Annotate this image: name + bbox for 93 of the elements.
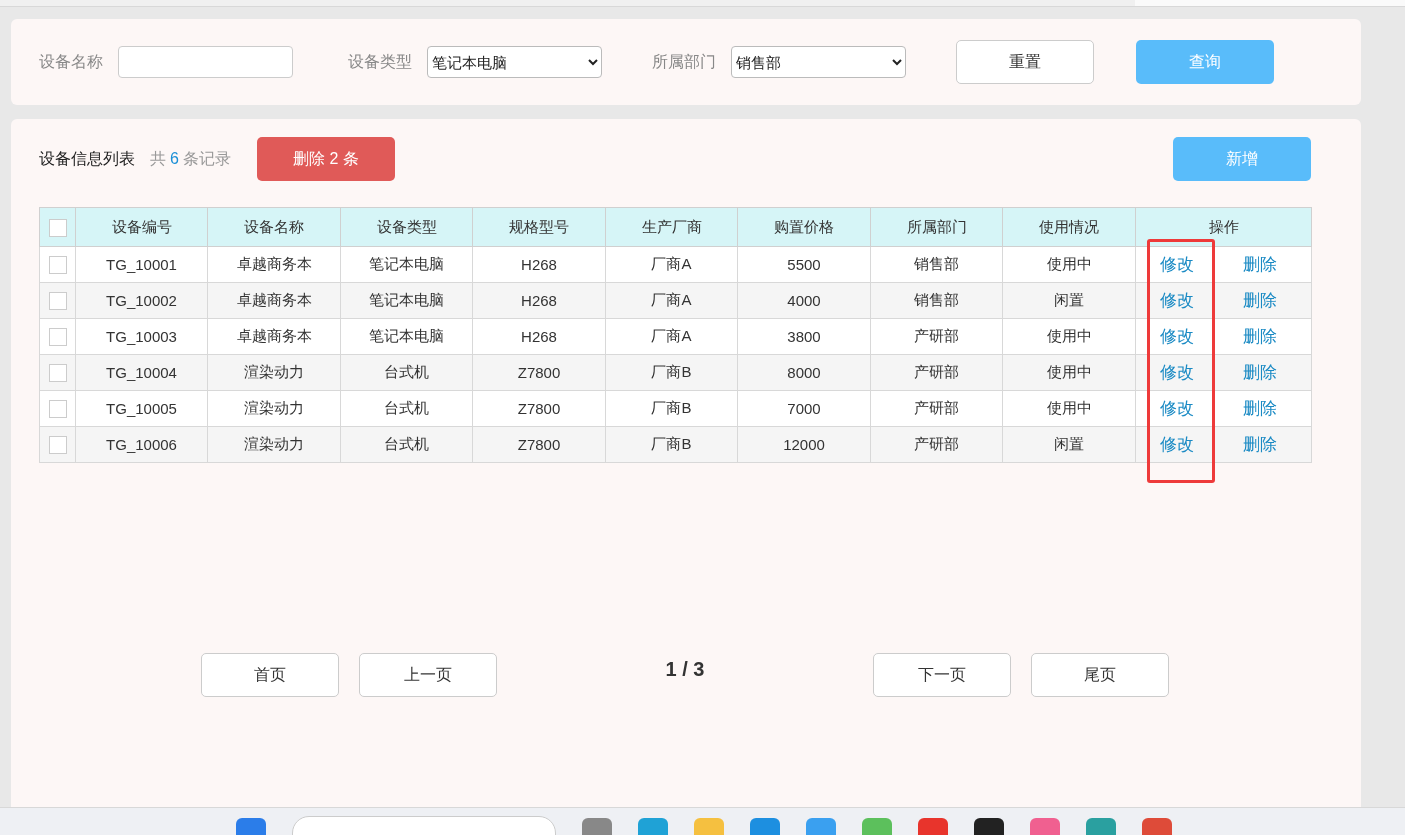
edit-link[interactable]: 修改 xyxy=(1160,253,1195,276)
table-cell: TG_10006 xyxy=(75,426,208,463)
table-cell: 销售部 xyxy=(870,282,1003,319)
table-cell: 产研部 xyxy=(870,354,1003,391)
row-checkbox[interactable] xyxy=(48,256,67,274)
column-header: 生产厂商 xyxy=(605,207,738,247)
table-cell: 渲染动力 xyxy=(207,426,341,463)
dropdown[interactable]: 笔记本电脑 xyxy=(427,46,602,78)
delete-link[interactable]: 删除 xyxy=(1242,253,1277,276)
table-cell: TG_10001 xyxy=(75,246,208,283)
table-cell: 笔记本电脑 xyxy=(340,282,473,319)
table-cell: 厂商B xyxy=(605,354,738,391)
table-cell: 厂商A xyxy=(605,246,738,283)
table-cell: 厂商B xyxy=(605,426,738,463)
edit-link[interactable]: 修改 xyxy=(1160,433,1195,456)
last-page-button[interactable]: 尾页 xyxy=(1031,653,1169,697)
table-cell: 厂商B xyxy=(605,390,738,427)
delete-link[interactable]: 删除 xyxy=(1242,325,1277,348)
table-cell: Z7800 xyxy=(472,354,606,391)
table-cell: 产研部 xyxy=(870,318,1003,355)
table-cell: H268 xyxy=(472,246,606,283)
table-cell: 使用中 xyxy=(1002,318,1136,355)
edit-link[interactable]: 修改 xyxy=(1160,397,1195,420)
next-page-button[interactable]: 下一页 xyxy=(873,653,1011,697)
record-count: 共 6 条记录 xyxy=(150,148,231,169)
table-cell: H268 xyxy=(472,282,606,319)
delete-link[interactable]: 删除 xyxy=(1242,361,1277,384)
table-cell: 笔记本电脑 xyxy=(340,246,473,283)
page-indicator: 1 / 3 xyxy=(664,657,706,681)
column-header: 规格型号 xyxy=(472,207,606,247)
row-checkbox[interactable] xyxy=(48,292,67,310)
table-cell: Z7800 xyxy=(472,390,606,427)
first-page-button[interactable]: 首页 xyxy=(201,653,339,697)
table-cell: 卓越商务本 xyxy=(207,282,341,319)
table-cell: 使用中 xyxy=(1002,390,1136,427)
list-title: 设备信息列表 xyxy=(39,148,135,169)
dropdown[interactable]: 销售部 xyxy=(731,46,906,78)
filter-label: 设备类型 xyxy=(348,51,412,72)
add-button[interactable]: 新增 xyxy=(1173,137,1311,181)
table-cell: 厂商A xyxy=(605,318,738,355)
select-all-checkbox[interactable] xyxy=(48,218,67,237)
row-checkbox[interactable] xyxy=(48,328,67,346)
row-checkbox[interactable] xyxy=(48,436,67,454)
column-header: 设备编号 xyxy=(75,207,208,247)
table-cell: TG_10003 xyxy=(75,318,208,355)
column-header: 设备名称 xyxy=(207,207,341,247)
table-cell: 使用中 xyxy=(1002,354,1136,391)
bulk-delete-button[interactable]: 删除 2 条 xyxy=(256,137,395,181)
column-header: 购置价格 xyxy=(737,207,871,247)
table-cell: 销售部 xyxy=(870,246,1003,283)
table-cell: Z7800 xyxy=(472,426,606,463)
table-cell: 台式机 xyxy=(340,390,473,427)
row-checkbox[interactable] xyxy=(48,400,67,418)
input-field[interactable] xyxy=(118,46,293,78)
table-cell: TG_10005 xyxy=(75,390,208,427)
table-cell: 渲染动力 xyxy=(207,354,341,391)
table-cell: 7000 xyxy=(737,390,871,427)
table-cell: H268 xyxy=(472,318,606,355)
column-header: 使用情况 xyxy=(1002,207,1136,247)
table-cell: 产研部 xyxy=(870,426,1003,463)
column-header: 操作 xyxy=(1135,207,1312,247)
delete-link[interactable]: 删除 xyxy=(1242,289,1277,312)
table-cell: 5500 xyxy=(737,246,871,283)
row-checkbox[interactable] xyxy=(48,364,67,382)
table-cell: 4000 xyxy=(737,282,871,319)
reset-button[interactable]: 重置 xyxy=(956,40,1094,84)
edit-link[interactable]: 修改 xyxy=(1160,325,1195,348)
delete-link[interactable]: 删除 xyxy=(1242,397,1277,420)
delete-link[interactable]: 删除 xyxy=(1242,433,1277,456)
filter-label: 所属部门 xyxy=(652,51,716,72)
table-cell: 闲置 xyxy=(1002,282,1136,319)
table-cell: 台式机 xyxy=(340,426,473,463)
table-cell: 卓越商务本 xyxy=(207,246,341,283)
table-cell: TG_10002 xyxy=(75,282,208,319)
table-cell: 闲置 xyxy=(1002,426,1136,463)
table-cell: 台式机 xyxy=(340,354,473,391)
table-cell: 8000 xyxy=(737,354,871,391)
query-button[interactable]: 查询 xyxy=(1136,40,1274,84)
table-cell: 使用中 xyxy=(1002,246,1136,283)
edit-link[interactable]: 修改 xyxy=(1160,289,1195,312)
column-header: 设备类型 xyxy=(340,207,473,247)
table-cell: 卓越商务本 xyxy=(207,318,341,355)
table-cell: 笔记本电脑 xyxy=(340,318,473,355)
edit-link[interactable]: 修改 xyxy=(1160,361,1195,384)
previous-page-button[interactable]: 上一页 xyxy=(359,653,497,697)
table-cell: 3800 xyxy=(737,318,871,355)
column-header: 所属部门 xyxy=(870,207,1003,247)
table-cell: 渲染动力 xyxy=(207,390,341,427)
table-cell: 产研部 xyxy=(870,390,1003,427)
table-cell: 厂商A xyxy=(605,282,738,319)
table-cell: 12000 xyxy=(737,426,871,463)
filter-label: 设备名称 xyxy=(39,51,103,72)
table-cell: TG_10004 xyxy=(75,354,208,391)
